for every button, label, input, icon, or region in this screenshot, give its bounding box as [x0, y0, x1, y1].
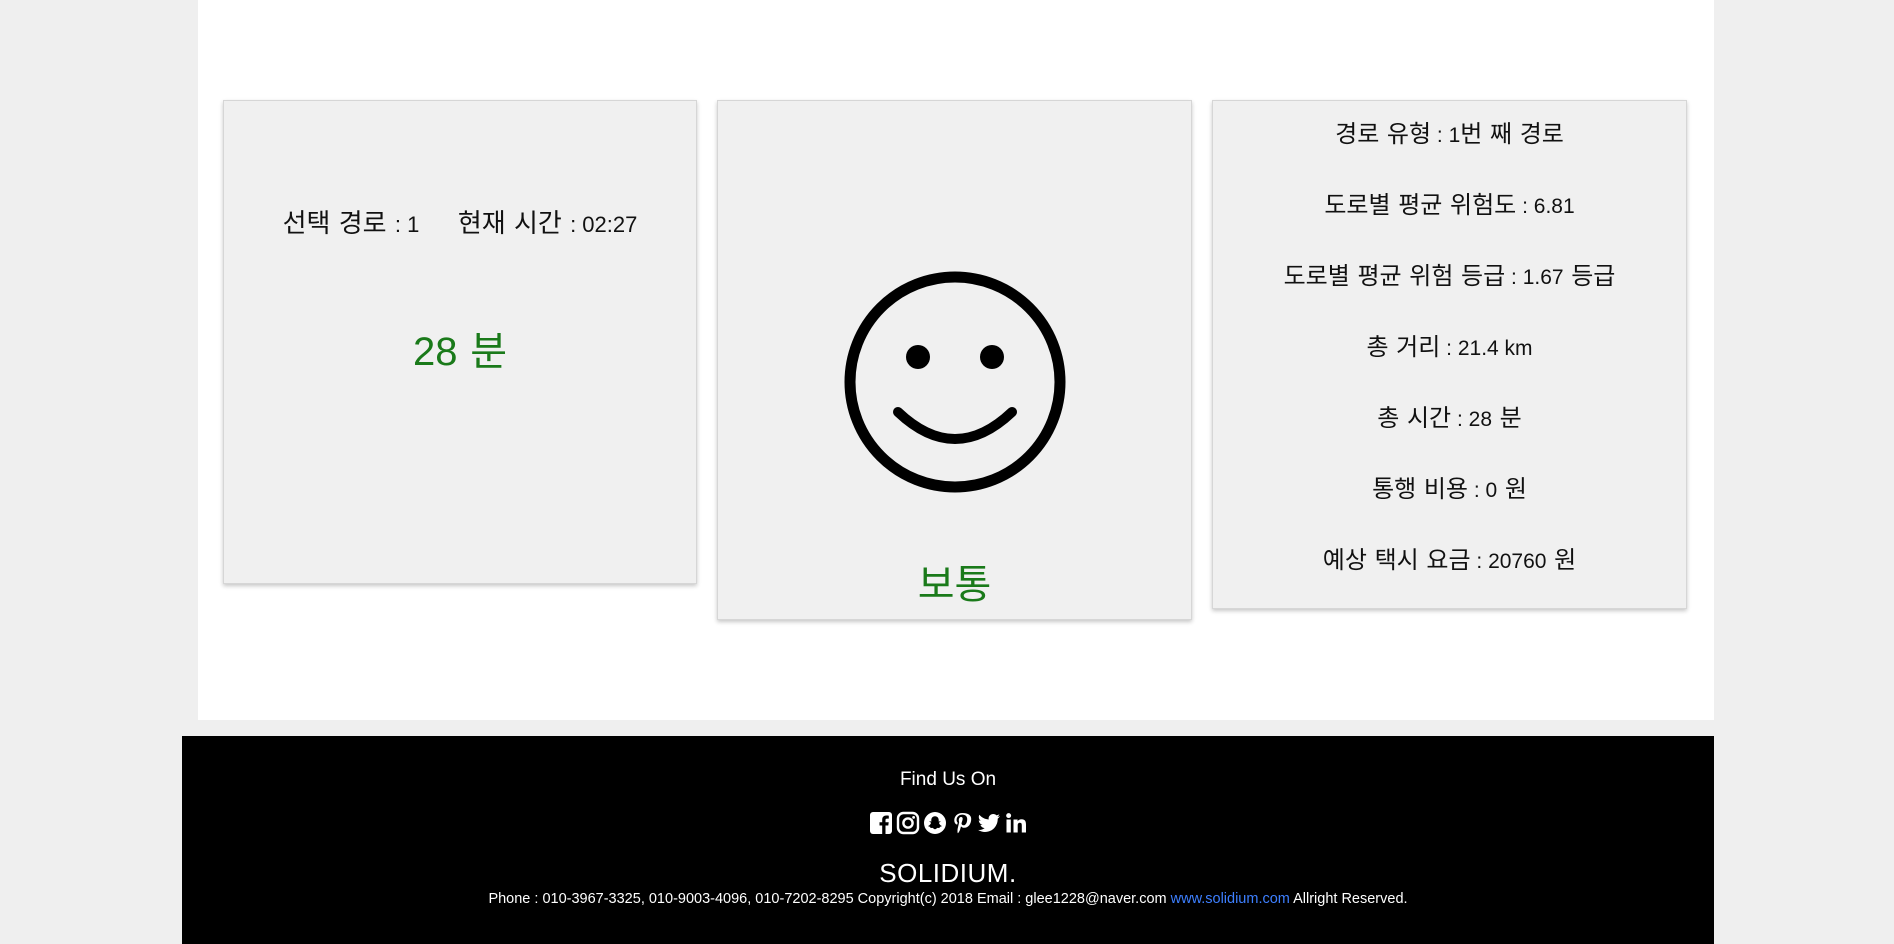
info-row-unit: 원: [1546, 546, 1577, 574]
info-row-value: 21.4 km: [1457, 337, 1533, 360]
info-row-separator: :: [1468, 479, 1486, 502]
twitter-icon[interactable]: [977, 811, 1001, 835]
route-status-card: 보통: [717, 100, 1192, 620]
smiley-face-icon: [844, 271, 1066, 493]
info-row-separator: :: [1431, 124, 1449, 147]
info-row-label: 예상 택시 요금: [1322, 546, 1471, 574]
info-row: 도로별 평균 위험 등급 : 1.67 등급: [1213, 256, 1686, 291]
instagram-icon[interactable]: [896, 811, 920, 835]
current-time-value: : 02:27: [570, 212, 638, 237]
minutes-number: 28: [412, 330, 458, 374]
info-row: 총 시간 : 28 분: [1213, 398, 1686, 433]
page: 선택 경로 : 1 현재 시간 : 02:27 28 분 보통 경로 유형 : …: [0, 0, 1894, 944]
minutes-unit: 분: [470, 329, 508, 375]
info-row-value: 0: [1485, 479, 1498, 502]
website-link[interactable]: www.solidium.com: [1171, 891, 1290, 907]
info-row-value: 1: [1448, 124, 1461, 147]
info-row-label: 총 시간: [1377, 404, 1452, 432]
info-row-value: 6.81: [1533, 195, 1575, 218]
info-row-label: 총 거리: [1366, 333, 1441, 361]
info-row-value: 20760: [1488, 550, 1547, 573]
info-row-value: 1.67: [1522, 266, 1564, 289]
current-time-label: 현재 시간: [457, 209, 562, 239]
route-time-card: 선택 경로 : 1 현재 시간 : 02:27 28 분: [223, 100, 697, 584]
linkedin-icon[interactable]: [1004, 811, 1028, 835]
info-row-value: 28: [1468, 408, 1493, 431]
info-row: 예상 택시 요금 : 20760 원: [1213, 540, 1686, 575]
status-label: 보통: [917, 562, 992, 608]
info-row-label: 도로별 평균 위험도: [1324, 191, 1517, 219]
info-row-unit: 원: [1497, 475, 1527, 503]
selected-route-label: 선택 경로: [282, 209, 387, 239]
info-row-unit: 등급: [1563, 262, 1616, 290]
route-details-card: 경로 유형 : 1번 째 경로 도로별 평균 위험도 : 6.81 도로별 평균 위…: [1212, 100, 1687, 609]
facebook-icon[interactable]: [869, 811, 893, 835]
snapchat-icon[interactable]: [923, 811, 947, 835]
info-row-label: 도로별 평균 위험 등급: [1283, 262, 1506, 290]
contact-line: Phone : 010-3967-3325, 010-9003-4096, 01…: [182, 891, 1714, 907]
estimated-minutes: 28 분: [224, 319, 696, 377]
pinterest-icon[interactable]: [950, 811, 974, 835]
info-row-separator: :: [1440, 337, 1458, 360]
selected-route-line: 선택 경로 : 1 현재 시간 : 02:27: [224, 203, 696, 240]
info-row-separator: :: [1516, 195, 1534, 218]
info-row: 도로별 평균 위험도 : 6.81: [1213, 185, 1686, 220]
contact-text: Phone : 010-3967-3325, 010-9003-4096, 01…: [488, 891, 1167, 907]
info-row: 경로 유형 : 1번 째 경로: [1213, 114, 1686, 149]
info-row-unit: 분: [1492, 404, 1522, 432]
info-row-unit: 번 째 경로: [1460, 120, 1564, 148]
find-us-heading: Find Us On: [899, 769, 997, 790]
info-row-label: 통행 비용: [1372, 475, 1469, 503]
rights-text: Allright Reserved.: [1293, 891, 1408, 907]
info-row: 통행 비용 : 0 원: [1213, 469, 1686, 504]
info-row-separator: :: [1470, 550, 1489, 573]
info-row-separator: :: [1505, 266, 1523, 289]
info-row-separator: :: [1451, 408, 1469, 431]
info-row-label: 경로 유형: [1335, 120, 1432, 148]
social-links: [182, 811, 1714, 835]
selected-route-value: : 1: [394, 212, 420, 237]
brand-name: SOLIDIUM.: [879, 858, 1017, 888]
info-row: 총 거리 : 21.4 km: [1213, 327, 1686, 362]
footer: Find Us On SOLIDIUM. Phone: 010-3967-33…: [182, 736, 1714, 944]
